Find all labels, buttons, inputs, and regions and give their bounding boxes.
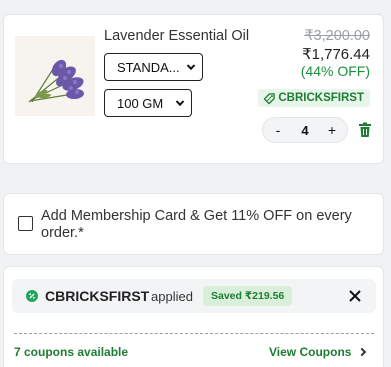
applied-coupon-code: CBRICKSFIRST [45, 288, 150, 304]
quantity-value: 4 [301, 122, 309, 138]
applied-coupon-box: CBRICKSFIRST applied Saved ₹219.56 [12, 279, 376, 313]
coupon-section: CBRICKSFIRST applied Saved ₹219.56 7 cou… [3, 266, 384, 367]
savings-badge: Saved ₹219.56 [203, 286, 293, 306]
divider [14, 333, 374, 334]
coupon-badge: CBRICKSFIRST [258, 89, 370, 107]
increase-quantity-button[interactable]: + [323, 122, 341, 138]
product-name[interactable]: Lavender Essential Oil [104, 28, 249, 44]
coupon-badge-label: CBRICKSFIRST [278, 92, 364, 104]
discount-percent: (44% OFF) [300, 63, 370, 79]
variant-select[interactable]: STANDA... [104, 53, 203, 81]
size-select[interactable]: 100 GM [104, 89, 192, 117]
discount-badge-icon [26, 290, 38, 302]
mrp-price: ₹3,200.00 [304, 28, 370, 44]
size-select-value: 100 GM [117, 95, 164, 111]
lavender-image [15, 36, 95, 116]
close-icon[interactable] [348, 289, 362, 303]
sale-price: ₹1,776.44 [302, 46, 370, 63]
chevron-right-icon [358, 347, 367, 357]
view-coupons-link[interactable]: View Coupons [269, 345, 367, 359]
product-image[interactable] [15, 36, 95, 116]
tag-icon [264, 92, 276, 104]
cart-item-card: Lavender Essential Oil STANDA... 100 GM … [3, 14, 384, 164]
view-coupons-label: View Coupons [269, 345, 352, 359]
quantity-stepper: - 4 + [262, 117, 348, 143]
membership-checkbox[interactable] [18, 216, 33, 231]
applied-text: applied [151, 289, 193, 304]
membership-offer-card: Add Membership Card & Get 11% OFF on eve… [3, 193, 384, 255]
coupons-available-text: 7 coupons available [14, 345, 129, 359]
decrease-quantity-button[interactable]: - [269, 122, 287, 138]
trash-icon[interactable] [358, 122, 372, 138]
variant-select-value: STANDA... [117, 59, 180, 75]
membership-label[interactable]: Add Membership Card & Get 11% OFF on eve… [41, 208, 371, 242]
chevron-down-icon [186, 61, 196, 71]
chevron-down-icon [175, 97, 185, 107]
